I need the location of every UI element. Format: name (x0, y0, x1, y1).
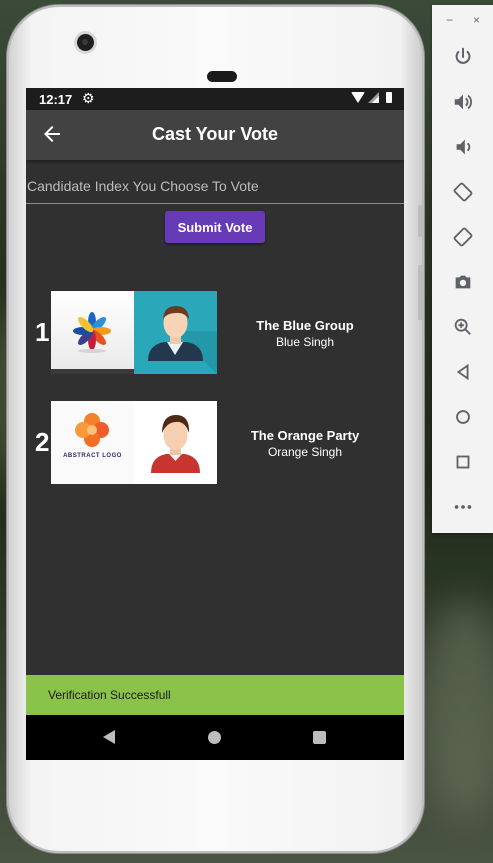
party-name: The Orange Party (250, 428, 360, 443)
candidate-index-input[interactable] (26, 168, 404, 204)
close-icon[interactable]: × (473, 13, 480, 27)
party-logo-image: ABSTRACT LOGO (51, 401, 134, 484)
phone-side-button (418, 265, 424, 320)
background-foliage (420, 600, 493, 820)
rotate-left-icon[interactable] (448, 177, 478, 207)
system-navigation-bar (26, 715, 404, 760)
wifi-icon (351, 92, 365, 103)
more-icon[interactable] (448, 492, 478, 522)
candidate-info: The Blue Group Blue Singh (224, 318, 386, 349)
candidate-index: 2 (35, 427, 50, 457)
nav-overview-icon[interactable] (313, 731, 326, 744)
back-icon[interactable] (448, 357, 478, 387)
candidate-photo (134, 291, 217, 374)
camera-icon[interactable] (448, 267, 478, 297)
candidate-info: The Orange Party Orange Singh (224, 428, 386, 459)
front-camera (77, 34, 94, 51)
volume-up-icon[interactable] (448, 87, 478, 117)
app-bar: Cast Your Vote (26, 110, 404, 160)
status-time: 12:17 (39, 92, 73, 107)
emulator-toolbar: − × (432, 5, 493, 533)
orange-logo-text: ABSTRACT LOGO (63, 453, 122, 459)
candidate-name: Blue Singh (275, 335, 335, 349)
minimize-icon[interactable]: − (446, 13, 453, 27)
app-screen: 12:17 ⚙ Cast Your Vote Submit Vote 1 (26, 88, 404, 760)
status-bar: 12:17 ⚙ (26, 88, 404, 110)
snackbar-message: Verification Successfull (48, 688, 171, 702)
battery-icon (386, 92, 392, 103)
cell-signal-icon (368, 92, 379, 103)
home-icon[interactable] (448, 402, 478, 432)
candidate-index: 1 (35, 317, 50, 347)
candidate-row: 1 The Blue Group Blue Singh (26, 291, 404, 375)
candidate-name: Orange Singh (267, 445, 343, 459)
submit-vote-button[interactable]: Submit Vote (165, 211, 265, 243)
phone-side-button (418, 205, 424, 237)
party-name: The Blue Group (256, 318, 354, 333)
nav-home-icon[interactable] (208, 731, 221, 744)
male-avatar-icon (148, 306, 217, 374)
male-avatar-icon (151, 415, 200, 473)
party-logo-image (51, 291, 134, 374)
candidate-row: 2 ABSTRACT LOGO The Orange Party Orange … (26, 401, 404, 485)
candidate-photo (134, 401, 217, 484)
blue-flower-logo-icon (51, 312, 134, 374)
volume-down-icon[interactable] (448, 132, 478, 162)
snackbar: Verification Successfull (26, 675, 404, 715)
nav-back-icon[interactable] (103, 730, 115, 744)
overview-icon[interactable] (448, 447, 478, 477)
power-icon[interactable] (448, 42, 478, 72)
settings-gear-icon: ⚙ (82, 90, 95, 106)
earpiece-speaker (207, 71, 237, 82)
status-icons (351, 92, 392, 103)
zoom-icon[interactable] (448, 312, 478, 342)
page-title: Cast Your Vote (151, 124, 279, 144)
orange-flower-logo-icon (75, 413, 109, 447)
rotate-right-icon[interactable] (448, 222, 478, 252)
